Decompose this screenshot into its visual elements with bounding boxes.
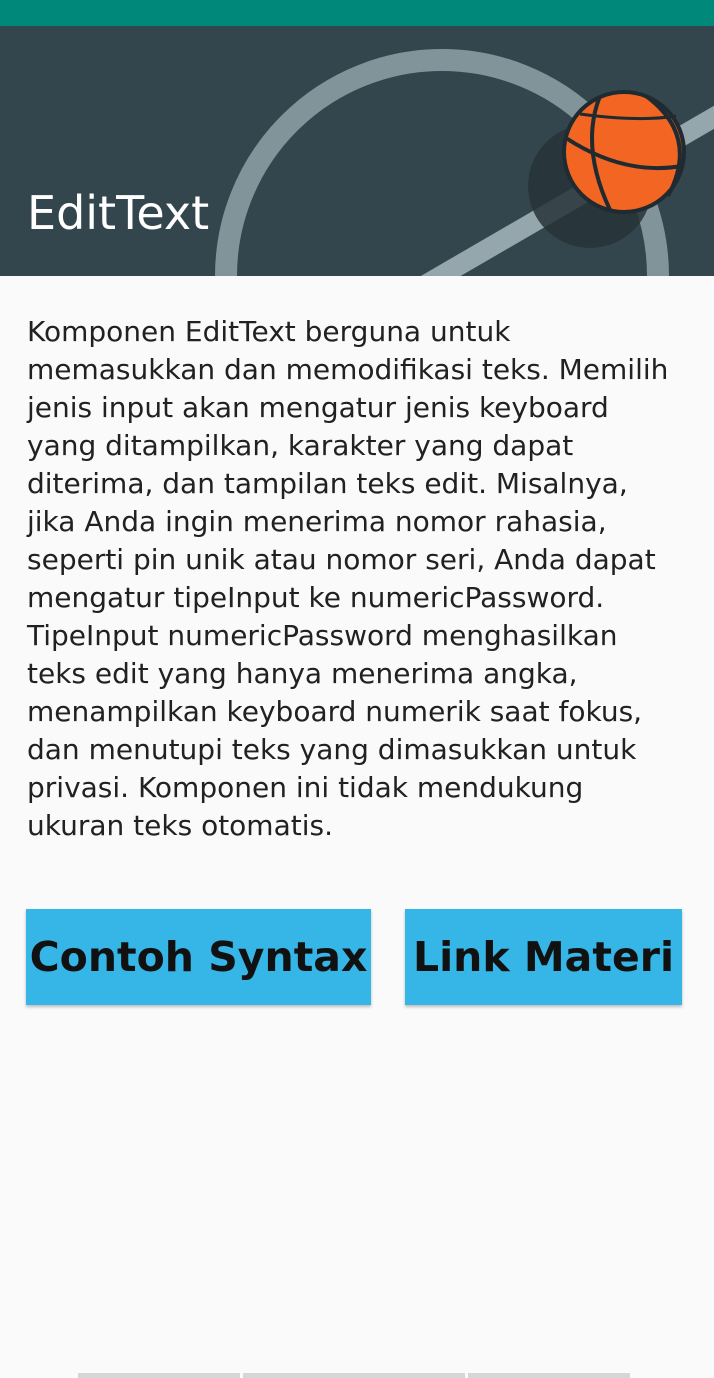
- nav-bar-segment: [468, 1373, 630, 1378]
- basketball-icon: [562, 90, 686, 214]
- contoh-syntax-button[interactable]: Contoh Syntax: [26, 909, 371, 1005]
- status-bar: [0, 0, 714, 26]
- nav-bar-segment: [78, 1373, 240, 1378]
- description-text: Komponen EditText berguna untuk memasukk…: [27, 315, 669, 842]
- link-materi-button[interactable]: Link Materi: [405, 909, 682, 1005]
- page-title: EditText: [27, 186, 210, 240]
- app-bar: EditText: [0, 26, 714, 276]
- nav-bar-segment: [243, 1373, 465, 1378]
